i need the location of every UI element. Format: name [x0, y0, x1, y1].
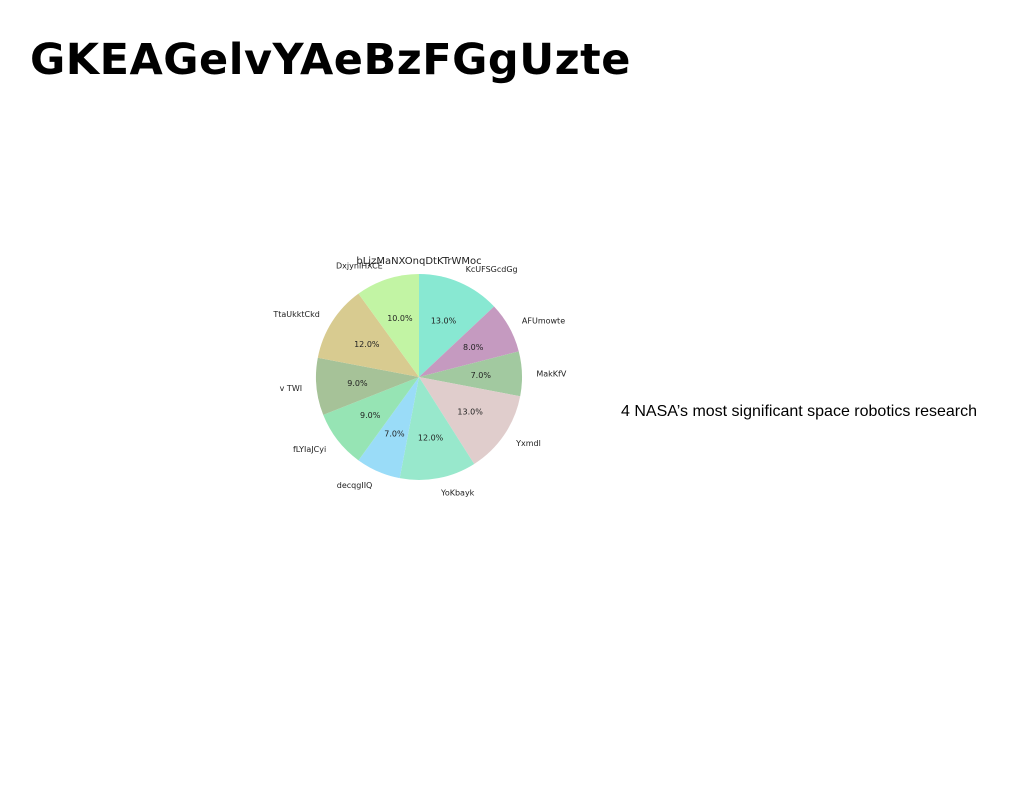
pie-percent-label: 12.0%	[354, 340, 380, 349]
pie-category-label: decqgIIQ	[337, 481, 373, 490]
pie-percent-label: 9.0%	[360, 411, 381, 420]
chart-caption: 4 NASA’s most significant space robotics…	[621, 403, 978, 420]
pie-percent-label: 10.0%	[387, 314, 413, 323]
pie-category-label: AFUmowte	[522, 316, 565, 325]
pie-percent-label: 7.0%	[471, 371, 492, 380]
pie-percent-label: 12.0%	[418, 434, 444, 443]
pie-category-label: YoKbayk	[440, 488, 475, 497]
pie-chart: bLjzMaNXOnqDtKTrWMoc 13.0% 8.0% 7.0% 13.0% 1…	[260, 248, 580, 498]
pie-percent-label: 7.0%	[384, 430, 405, 439]
pie-category-label: KcUFSGcdGg	[466, 265, 518, 274]
pie-category-label: fLYIaJCyi	[293, 445, 326, 454]
pie-percent-label: 13.0%	[431, 316, 457, 325]
pie-percent-label: 8.0%	[463, 343, 484, 352]
page-title: GKEAGelvYAeBzFGgUzte	[30, 35, 631, 85]
pie-category-label: MakKfV	[536, 369, 567, 378]
pie-slices	[315, 274, 523, 481]
pie-category-label: v TWI	[280, 384, 302, 393]
pie-category-label: Yxmdl	[515, 439, 541, 448]
pie-chart-svg: bLjzMaNXOnqDtKTrWMoc 13.0%8.0%7.0%13.0%1…	[272, 256, 567, 497]
pie-category-label: DxjyniHXCE	[336, 261, 383, 270]
pie-percent-label: 13.0%	[457, 408, 483, 417]
pie-percent-label: 9.0%	[347, 379, 368, 388]
pie-category-label: TtaUkktCkd	[272, 310, 319, 319]
